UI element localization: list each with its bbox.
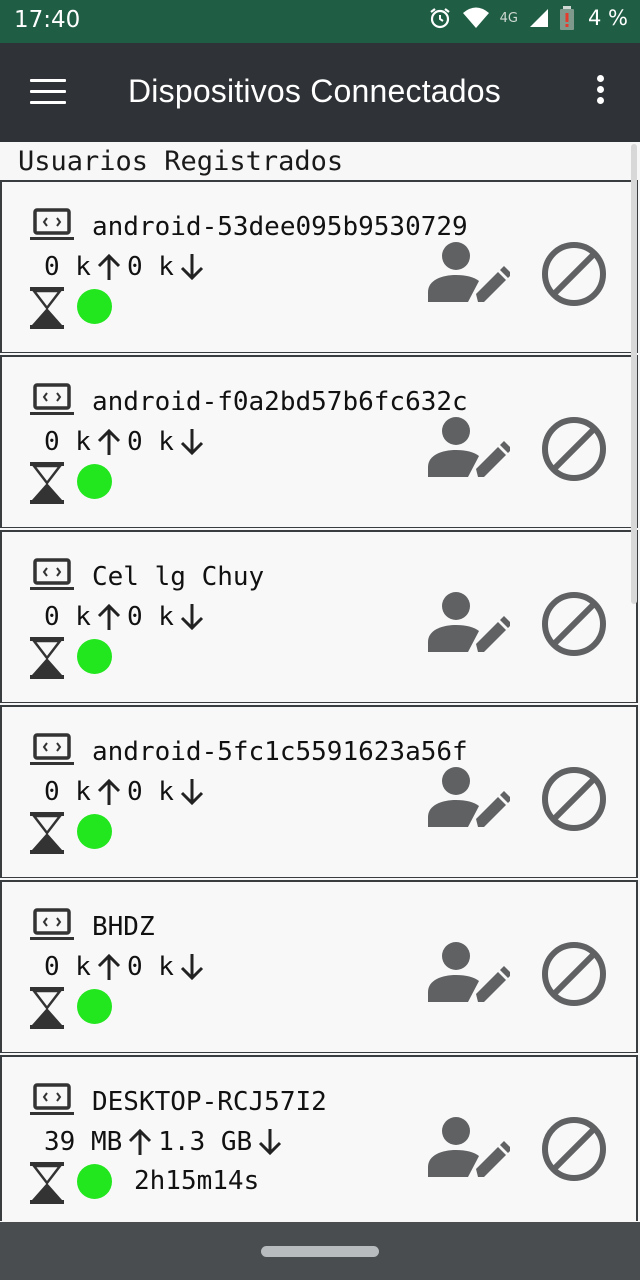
- hourglass-icon: [30, 637, 64, 679]
- more-vert-icon[interactable]: [590, 75, 610, 115]
- hourglass-icon: [30, 462, 64, 504]
- arrow-down-icon: [180, 604, 203, 631]
- device-card[interactable]: DESKTOP-RCJ57I2 39 MB 1.3 GB 2h15m14s: [0, 1055, 638, 1221]
- menu-icon[interactable]: [30, 79, 66, 107]
- arrow-up-icon: [97, 953, 121, 980]
- network-type: 4G: [499, 10, 518, 26]
- navigation-bar: [0, 1222, 640, 1280]
- upload-amount: 39 MB: [44, 1127, 123, 1157]
- arrow-up-icon: [97, 603, 121, 630]
- download-amount: 0 k: [126, 777, 174, 807]
- block-icon[interactable]: [540, 240, 608, 308]
- online-status-dot: [77, 289, 112, 324]
- arrow-up-icon: [97, 778, 121, 805]
- device-name: android-5fc1c5591623a56f: [92, 737, 468, 767]
- online-status-dot: [77, 639, 112, 674]
- device-name: BHDZ: [92, 912, 155, 942]
- signal-icon: [530, 9, 548, 27]
- download-amount: 0 k: [126, 602, 174, 632]
- device-card[interactable]: android-f0a2bd57b6fc632c 0 k 0 k: [0, 355, 638, 528]
- traffic-row: 0 k 0 k: [44, 427, 210, 457]
- block-icon[interactable]: [540, 415, 608, 483]
- battery-icon: [560, 6, 574, 30]
- download-amount: 0 k: [126, 427, 174, 457]
- home-gesture-pill[interactable]: [261, 1246, 379, 1257]
- alarm-icon: [429, 8, 450, 29]
- online-status-dot: [77, 464, 112, 499]
- device-name: android-53dee095b9530729: [92, 212, 468, 242]
- arrow-down-icon: [180, 429, 203, 456]
- app-title: Dispositivos Connectados: [128, 73, 501, 109]
- device-card[interactable]: Cel lg Chuy 0 k 0 k: [0, 530, 638, 703]
- upload-amount: 0 k: [44, 427, 91, 457]
- traffic-row: 0 k 0 k: [44, 602, 210, 632]
- hourglass-icon: [30, 1162, 64, 1204]
- block-icon[interactable]: [540, 765, 608, 833]
- arrow-up-icon: [97, 253, 121, 280]
- arrow-down-icon: [180, 779, 203, 806]
- upload-amount: 0 k: [44, 602, 91, 632]
- device-name: android-f0a2bd57b6fc632c: [92, 387, 468, 417]
- traffic-row: 0 k 0 k: [44, 252, 210, 282]
- arrow-down-icon: [180, 254, 203, 281]
- laptop-icon: [30, 383, 74, 415]
- laptop-icon: [30, 733, 74, 765]
- hourglass-icon: [30, 287, 64, 329]
- block-icon[interactable]: [540, 940, 608, 1008]
- arrow-down-icon: [180, 954, 203, 981]
- online-status-dot: [77, 989, 112, 1024]
- laptop-icon: [30, 208, 74, 240]
- wifi-icon: [462, 7, 489, 28]
- edit-user-icon[interactable]: [428, 240, 510, 304]
- upload-amount: 0 k: [44, 252, 91, 282]
- edit-user-icon[interactable]: [428, 415, 510, 479]
- download-amount: 0 k: [126, 252, 174, 282]
- edit-user-icon[interactable]: [428, 590, 510, 654]
- laptop-icon: [30, 1083, 74, 1115]
- laptop-icon: [30, 558, 74, 590]
- device-list: android-53dee095b9530729 0 k 0 k android…: [0, 180, 638, 1223]
- hourglass-icon: [30, 812, 64, 854]
- arrow-up-icon: [129, 1128, 152, 1155]
- traffic-row: 0 k 0 k: [44, 952, 210, 982]
- traffic-row: 39 MB 1.3 GB: [44, 1127, 288, 1157]
- online-status-dot: [77, 814, 112, 849]
- section-title: Usuarios Registrados: [18, 146, 344, 177]
- hourglass-icon: [30, 987, 64, 1029]
- online-status-dot: [77, 1164, 112, 1199]
- status-bar: 17:40 4G 4 %: [0, 0, 640, 43]
- status-time: 17:40: [14, 7, 81, 33]
- device-name: Cel lg Chuy: [92, 562, 265, 592]
- device-card[interactable]: android-5fc1c5591623a56f 0 k 0 k: [0, 705, 638, 878]
- connection-duration: 2h15m14s: [134, 1166, 260, 1196]
- edit-user-icon[interactable]: [428, 1115, 510, 1179]
- laptop-icon: [30, 908, 74, 940]
- battery-level: 4 %: [588, 6, 628, 30]
- device-card[interactable]: android-53dee095b9530729 0 k 0 k: [0, 180, 638, 353]
- arrow-up-icon: [97, 428, 121, 455]
- app-bar: Dispositivos Connectados: [0, 43, 640, 142]
- status-icons: 4G 4 %: [428, 6, 628, 30]
- arrow-down-icon: [259, 1129, 282, 1156]
- device-card[interactable]: BHDZ 0 k 0 k: [0, 880, 638, 1053]
- device-name: DESKTOP-RCJ57I2: [92, 1087, 327, 1117]
- scrollbar[interactable]: [631, 144, 637, 604]
- upload-amount: 0 k: [44, 952, 91, 982]
- block-icon[interactable]: [540, 1115, 608, 1183]
- upload-amount: 0 k: [44, 777, 91, 807]
- edit-user-icon[interactable]: [428, 765, 510, 829]
- edit-user-icon[interactable]: [428, 940, 510, 1004]
- download-amount: 1.3 GB: [158, 1127, 253, 1157]
- traffic-row: 0 k 0 k: [44, 777, 210, 807]
- block-icon[interactable]: [540, 590, 608, 658]
- download-amount: 0 k: [126, 952, 174, 982]
